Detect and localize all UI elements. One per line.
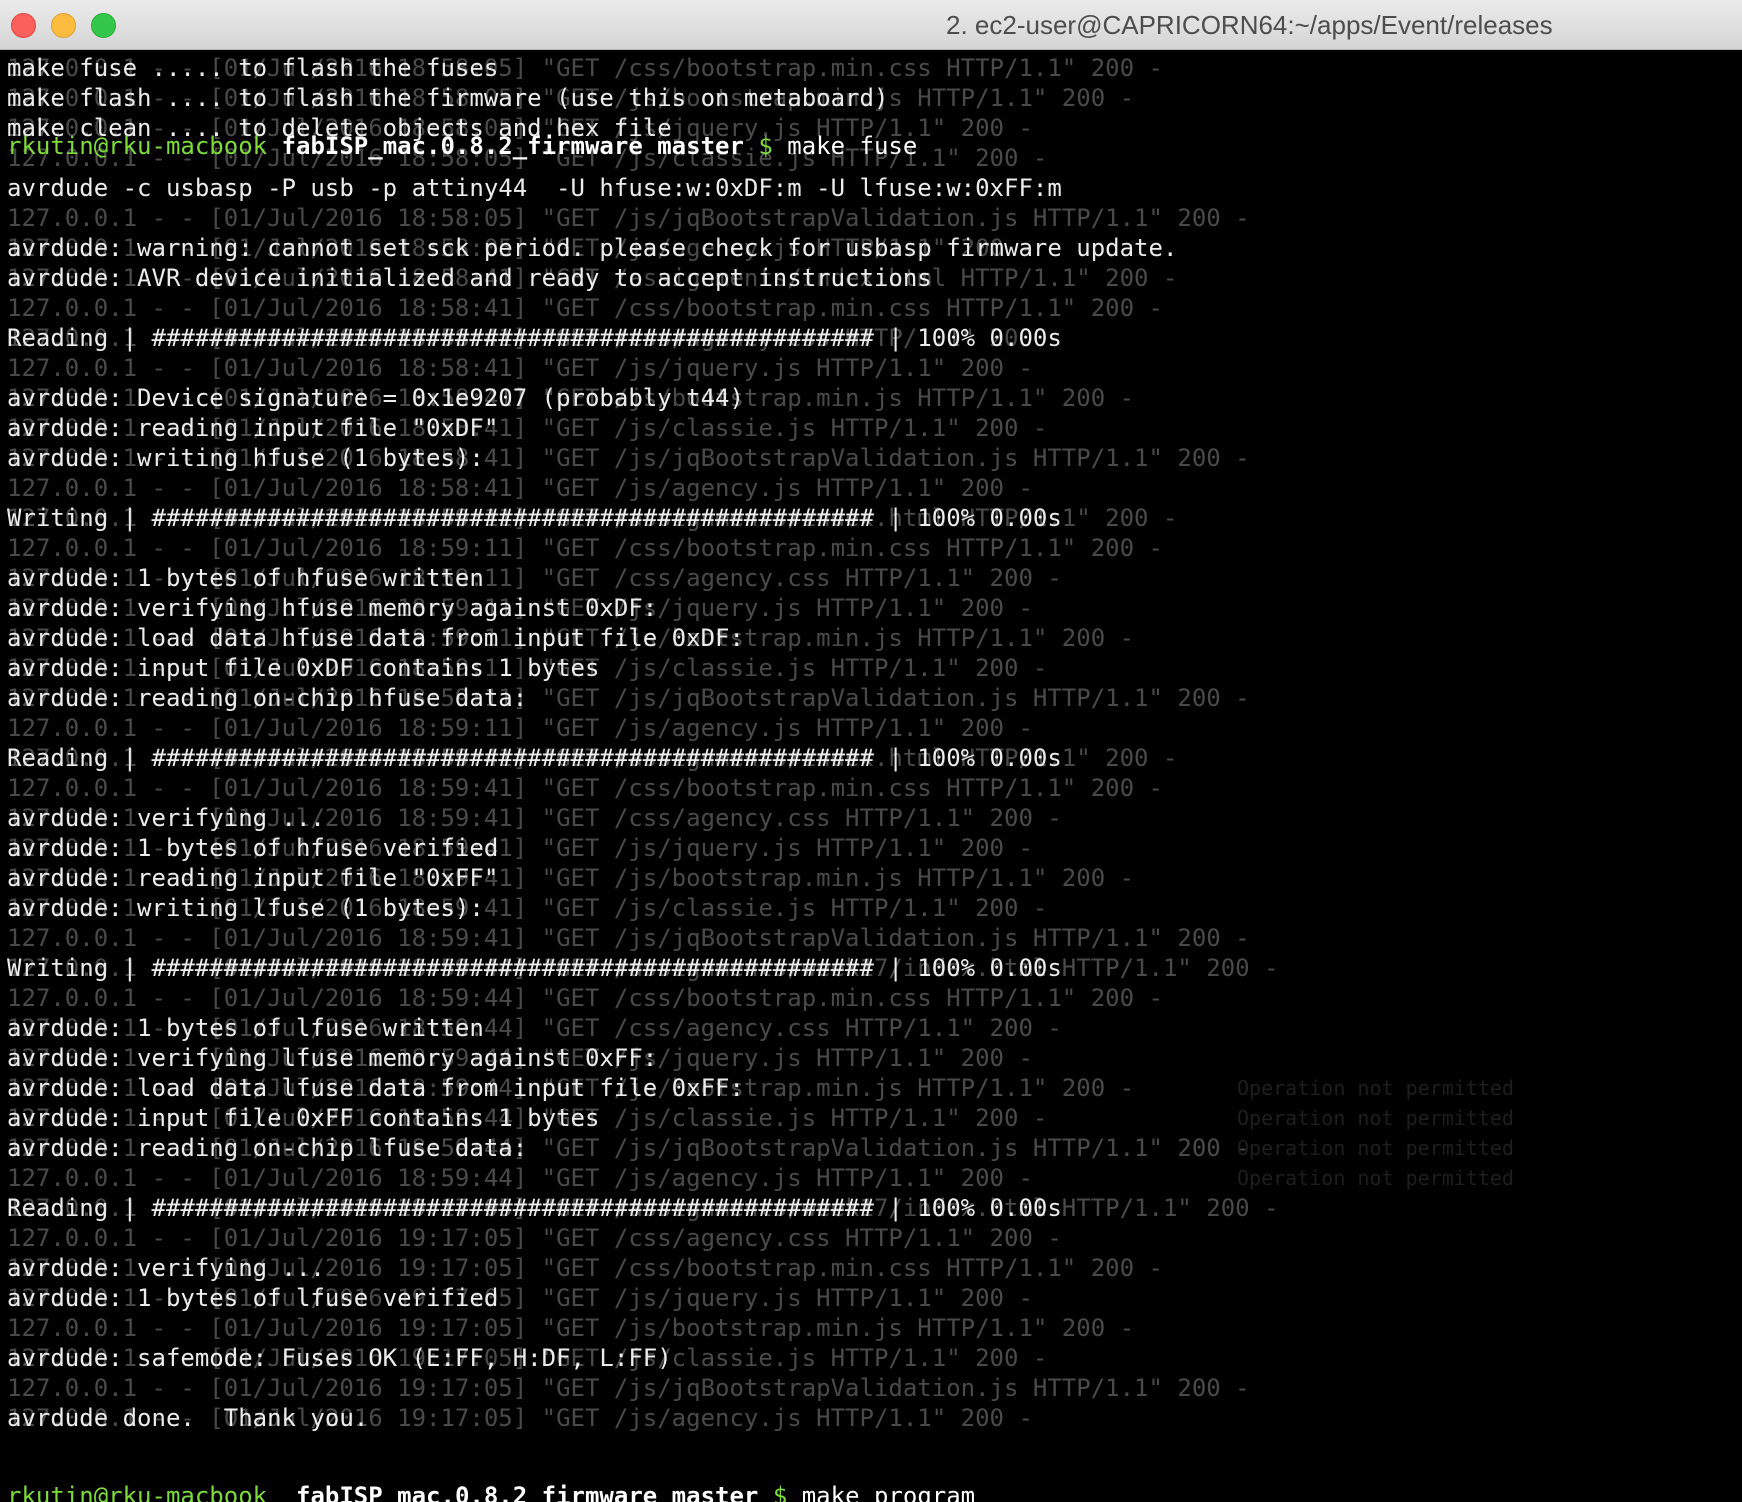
prompt-user: rkutin@rku-macbook xyxy=(7,1482,268,1502)
background-log-line: 127.0.0.1 - - [01/Jul/2016 18:58:05] "GE… xyxy=(7,204,1250,232)
minimize-window-icon[interactable] xyxy=(51,13,76,38)
output-line: avrdude -c usbasp -P usb -p attiny44 -U … xyxy=(7,174,1062,202)
output-line: avrdude: verifying ... xyxy=(7,1254,325,1282)
prompt-line-last[interactable]: rkutin@rku-macbook fabISP_mac.0.8.2_firm… xyxy=(7,1481,975,1502)
background-log-line: 127.0.0.1 - - [01/Jul/2016 18:59:11] "GE… xyxy=(7,534,1163,562)
output-line: avrdude done. Thank you. xyxy=(7,1404,369,1432)
terminal-window: 2. ec2-user@CAPRICORN64:~/apps/Event/rel… xyxy=(0,0,1742,1502)
output-line: Writing | ##############################… xyxy=(7,954,1062,982)
output-line: avrdude: verifying hfuse memory against … xyxy=(7,594,658,622)
background-log-line: 127.0.0.1 - - [01/Jul/2016 18:58:41] "GE… xyxy=(7,474,1033,502)
output-line: avrdude: safemode: Fuses OK (E:FF, H:DF,… xyxy=(7,1344,672,1372)
output-line: Reading | ##############################… xyxy=(7,744,1062,772)
output-line: avrdude: reading on-chip hfuse data: xyxy=(7,684,528,712)
command-input[interactable]: make program xyxy=(802,1482,975,1502)
command-make-fuse: make fuse xyxy=(787,132,918,160)
output-line: avrdude: verifying lfuse memory against … xyxy=(7,1044,658,1072)
output-line: avrdude: load data lfuse data from input… xyxy=(7,1074,744,1102)
title-bar[interactable]: 2. ec2-user@CAPRICORN64:~/apps/Event/rel… xyxy=(0,0,1742,50)
background-log-line: 127.0.0.1 - - [01/Jul/2016 19:17:05] "GE… xyxy=(7,1224,1062,1252)
output-line: avrdude: writing hfuse (1 bytes): xyxy=(7,444,484,472)
faint-error-text: Operation not permitted xyxy=(1237,1106,1514,1130)
output-line: avrdude: reading input file "0xFF" xyxy=(7,864,499,892)
output-line: avrdude: 1 bytes of hfuse written xyxy=(7,564,484,592)
output-line: avrdude: verifying ... xyxy=(7,804,325,832)
output-line: avrdude: AVR device initialized and read… xyxy=(7,264,932,292)
output-line: avrdude: warning: cannot set sck period.… xyxy=(7,234,1178,262)
background-log-line: 127.0.0.1 - - [01/Jul/2016 18:59:41] "GE… xyxy=(7,774,1163,802)
prompt-dollar: $ xyxy=(772,1482,788,1502)
terminal-output[interactable]: 127.0.0.1 - - [01/Jul/2016 18:58:05] "GE… xyxy=(7,55,1742,1502)
background-log-line: 127.0.0.1 - - [01/Jul/2016 18:58:41] "GE… xyxy=(7,294,1163,322)
prompt-line-first: rkutin@rku-macbook fabISP_mac.0.8.2_firm… xyxy=(7,131,917,161)
background-log-line: 127.0.0.1 - - [01/Jul/2016 19:17:05] "GE… xyxy=(7,1374,1250,1402)
output-line: avrdude: writing lfuse (1 bytes): xyxy=(7,894,484,922)
output-line: avrdude: reading input file "0xDF" xyxy=(7,414,499,442)
output-line: avrdude: 1 bytes of hfuse verified xyxy=(7,834,499,862)
output-line: make fuse ..... to flash the fuses xyxy=(7,55,499,82)
prompt-directory: fabISP_mac.0.8.2_firmware master xyxy=(296,1482,759,1502)
output-line: avrdude: input file 0xFF contains 1 byte… xyxy=(7,1104,600,1132)
background-log-line: 127.0.0.1 - - [01/Jul/2016 19:17:05] "GE… xyxy=(7,1314,1135,1342)
output-line: Reading | ##############################… xyxy=(7,1194,1062,1222)
output-line: avrdude: 1 bytes of lfuse written xyxy=(7,1014,484,1042)
prompt-directory: fabISP_mac.0.8.2_firmware master xyxy=(281,132,744,160)
faint-error-text: Operation not permitted xyxy=(1237,1136,1514,1160)
zoom-window-icon[interactable] xyxy=(91,13,116,38)
background-log-line: 127.0.0.1 - - [01/Jul/2016 18:59:41] "GE… xyxy=(7,924,1250,952)
background-log-line: 127.0.0.1 - - [01/Jul/2016 18:59:44] "GE… xyxy=(7,1164,1033,1192)
close-window-icon[interactable] xyxy=(11,13,36,38)
prompt-user: rkutin@rku-macbook xyxy=(7,132,268,160)
output-line: avrdude: input file 0xDF contains 1 byte… xyxy=(7,654,600,682)
output-line: avrdude: 1 bytes of lfuse verified xyxy=(7,1284,499,1312)
background-log-line: 127.0.0.1 - - [01/Jul/2016 18:59:44] "GE… xyxy=(7,984,1163,1012)
prompt-dollar: $ xyxy=(758,132,773,160)
output-line: Writing | ##############################… xyxy=(7,504,1062,532)
background-log-line: 127.0.0.1 - - [01/Jul/2016 18:58:41] "GE… xyxy=(7,354,1033,382)
output-line: avrdude: reading on-chip lfuse data: xyxy=(7,1134,528,1162)
output-line: Reading | ##############################… xyxy=(7,324,1062,352)
output-line: avrdude: Device signature = 0x1e9207 (pr… xyxy=(7,384,744,412)
window-title: 2. ec2-user@CAPRICORN64:~/apps/Event/rel… xyxy=(946,10,1553,40)
output-line: make flash .... to flash the firmware (u… xyxy=(7,84,889,112)
output-line: avrdude: load data hfuse data from input… xyxy=(7,624,744,652)
faint-error-text: Operation not permitted xyxy=(1237,1076,1514,1100)
background-log-line: 127.0.0.1 - - [01/Jul/2016 18:59:11] "GE… xyxy=(7,714,1033,742)
faint-error-text: Operation not permitted xyxy=(1237,1166,1514,1190)
